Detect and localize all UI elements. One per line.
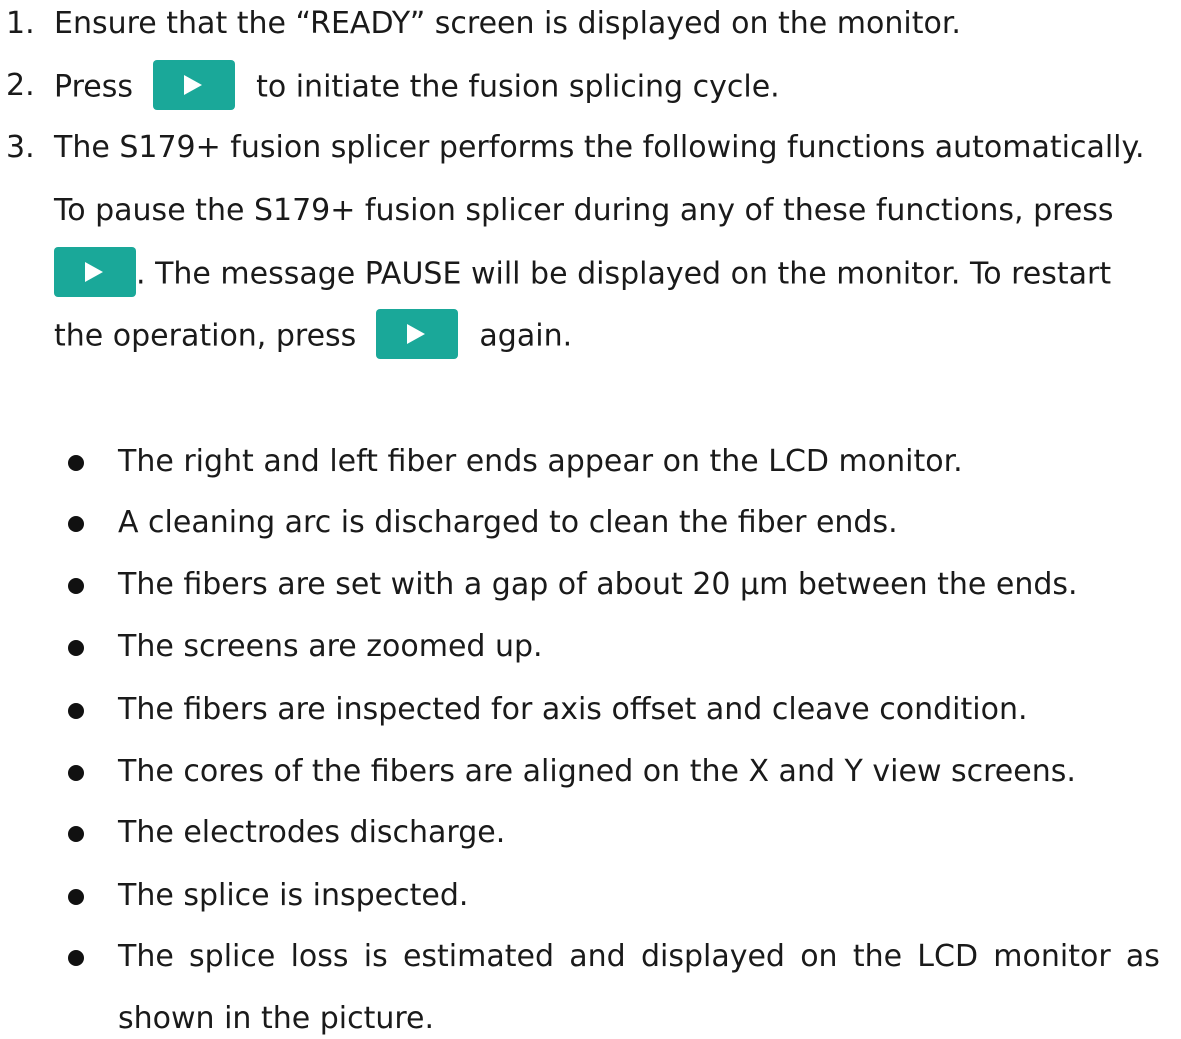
bullet-icon bbox=[68, 826, 84, 842]
list-item-text: The splice is inspected. bbox=[118, 878, 469, 913]
step-text-before: the operation, press bbox=[54, 318, 357, 354]
bullet-icon bbox=[68, 889, 84, 905]
list-item-text: The electrodes discharge. bbox=[118, 815, 506, 850]
word: is bbox=[363, 939, 388, 974]
word: as bbox=[1125, 939, 1160, 974]
word: and bbox=[569, 939, 626, 974]
list-item-text: A cleaning arc is discharged to clean th… bbox=[118, 505, 898, 540]
list-item-text-line2: shown in the picture. bbox=[118, 1001, 435, 1036]
bullet-icon bbox=[68, 640, 84, 656]
step-text-line3: . The message PAUSE will be displayed on… bbox=[54, 247, 1112, 297]
word: monitor bbox=[993, 939, 1111, 974]
step-text-after: . The message PAUSE will be displayed on… bbox=[136, 256, 1112, 292]
word: The bbox=[118, 939, 174, 974]
list-item-text: The right and left fiber ends appear on … bbox=[118, 444, 963, 479]
step-text-line1: The S179+ fusion splicer performs the fo… bbox=[54, 130, 1145, 165]
word: on bbox=[800, 939, 838, 974]
bullet-icon bbox=[68, 950, 84, 966]
step-text-line2: To pause the S179+ fusion splicer during… bbox=[54, 193, 1114, 228]
bullet-icon bbox=[68, 516, 84, 532]
word: LCD bbox=[917, 939, 979, 974]
list-item-text: The screens are zoomed up. bbox=[118, 629, 543, 664]
step-text: Press to initiate the fusion splicing cy… bbox=[54, 60, 780, 110]
start-button[interactable] bbox=[152, 60, 235, 110]
step-text-before: Press bbox=[54, 69, 133, 105]
start-button[interactable] bbox=[54, 247, 136, 297]
step-text-after: to initiate the fusion splicing cycle. bbox=[256, 69, 780, 105]
step-text: Ensure that the “READY” screen is displa… bbox=[54, 6, 961, 41]
play-icon bbox=[183, 75, 202, 95]
word: loss bbox=[290, 939, 349, 974]
list-item-text: The cores of the fibers are aligned on t… bbox=[118, 754, 1076, 789]
word: splice bbox=[189, 939, 276, 974]
step-number: 2. bbox=[6, 68, 35, 103]
list-item-text: The fibers are inspected for axis offset… bbox=[118, 692, 1028, 727]
bullet-icon bbox=[68, 455, 84, 471]
start-button[interactable] bbox=[375, 309, 458, 359]
bullet-icon bbox=[68, 578, 84, 594]
step-number: 3. bbox=[6, 130, 35, 165]
list-item-text-line1: The splice loss is estimated and display… bbox=[118, 937, 1160, 977]
step-text-line4: the operation, press again. bbox=[54, 309, 573, 359]
word: displayed bbox=[640, 939, 785, 974]
step-text-after: again. bbox=[479, 318, 573, 354]
word: estimated bbox=[402, 939, 555, 974]
play-icon bbox=[85, 262, 103, 282]
bullet-icon bbox=[68, 703, 84, 719]
step-number: 1. bbox=[6, 6, 35, 41]
play-icon bbox=[406, 324, 425, 344]
word: the bbox=[852, 939, 903, 974]
bullet-icon bbox=[68, 765, 84, 781]
list-item-text: The fibers are set with a gap of about 2… bbox=[118, 567, 1078, 602]
